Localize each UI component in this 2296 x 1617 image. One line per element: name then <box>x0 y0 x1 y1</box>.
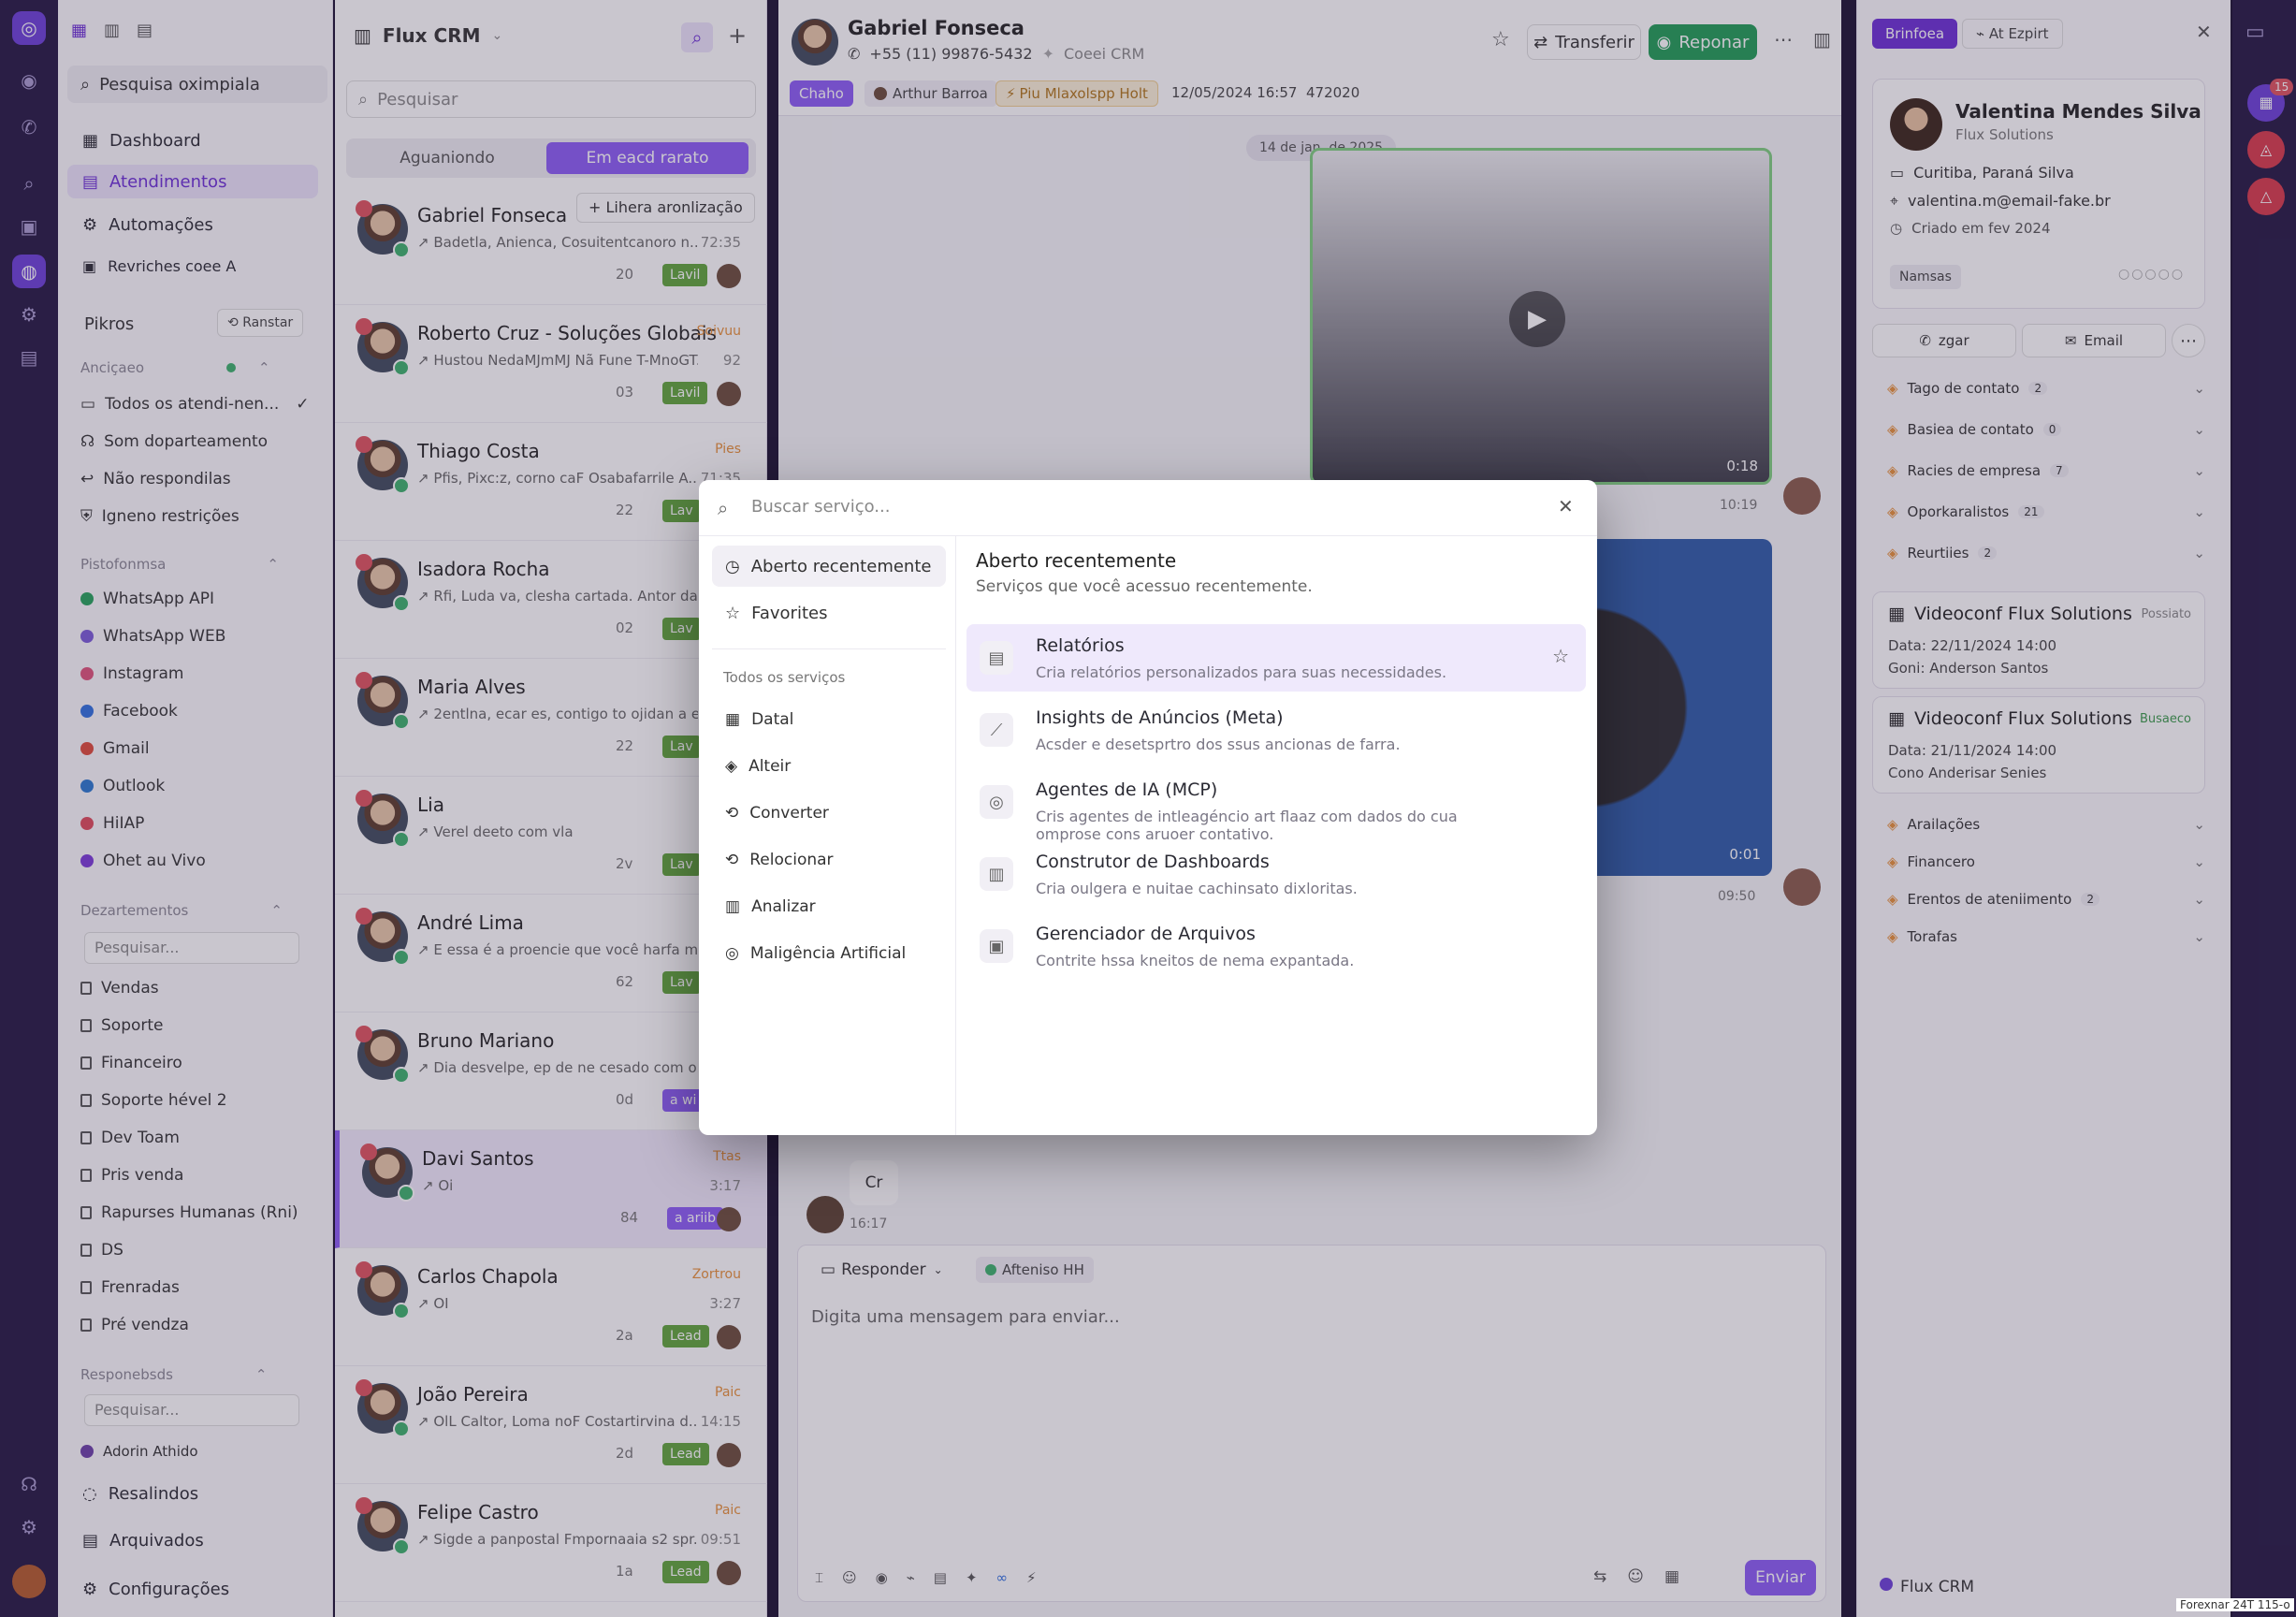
search-icon: ⌕ <box>718 497 729 519</box>
footer-note: Forexnar 24T 115-o <box>2176 1598 2294 1611</box>
recent-heading: Aberto recentemente <box>976 549 1177 572</box>
service-title: Agentes de IA (MCP) <box>1036 779 1218 800</box>
service-title: Gerenciador de Arquivos <box>1036 924 1256 944</box>
side-recent[interactable]: ◷ Aberto recentemente <box>712 546 946 587</box>
service-item[interactable]: ◎ Agentes de IA (MCP) Cris agentes de intl… <box>966 768 1586 843</box>
recent-subheading: Serviços que você acessuo recentemente. <box>976 577 1313 596</box>
category-icon: ⟲ <box>725 804 739 823</box>
service-description: Contrite hssa kneitos de nema expantada. <box>1036 952 1355 969</box>
all-services-title: Todos os serviços <box>723 669 846 686</box>
divider <box>955 536 956 1135</box>
service-item[interactable]: ⟋ Insights de Anúncios (Meta) Acsder e des… <box>966 696 1586 764</box>
service-title: Insights de Anúncios (Meta) <box>1036 707 1284 728</box>
star-icon: ☆ <box>725 603 741 623</box>
service-icon: ▥ <box>980 857 1013 891</box>
service-search-input[interactable]: Buscar serviço... <box>751 497 890 517</box>
category-icon: ◎ <box>725 944 739 963</box>
service-icon: ◎ <box>980 785 1013 819</box>
service-category[interactable]: ◈ Alteir <box>712 746 946 787</box>
service-item[interactable]: ▣ Gerenciador de Arquivos Contrite hssa kn… <box>966 912 1586 980</box>
category-icon: ⟲ <box>725 851 739 869</box>
service-category[interactable]: ▦ Datal <box>712 699 946 740</box>
service-description: Acsder e desetsprtro dos ssus ancionas d… <box>1036 736 1401 753</box>
clock-icon: ◷ <box>725 556 740 576</box>
category-icon: ▦ <box>725 710 741 729</box>
favorite-star-icon[interactable]: ☆ <box>1552 645 1569 667</box>
service-item[interactable]: ▥ Construtor de Dashboards Cria oulgera e … <box>966 840 1586 908</box>
service-description: Cris agentes de intleagéncio art flaaz c… <box>1036 808 1458 843</box>
service-item[interactable]: ▤ Relatórios Cria relatórios personalizado… <box>966 624 1586 692</box>
category-icon: ◈ <box>725 757 738 776</box>
service-title: Construtor de Dashboards <box>1036 852 1270 872</box>
service-icon: ▣ <box>980 929 1013 963</box>
divider <box>712 648 946 649</box>
service-picker-modal: ⌕ Buscar serviço... ✕ ◷ Aberto recentemen… <box>699 480 1597 1135</box>
service-description: Cria relatórios personalizados para suas… <box>1036 663 1447 681</box>
service-category[interactable]: ⟲ Relocionar <box>712 839 946 881</box>
service-icon: ⟋ <box>980 713 1013 747</box>
close-icon[interactable]: ✕ <box>1558 495 1574 517</box>
service-description: Cria oulgera e nuitae cachinsato dixlori… <box>1036 880 1358 897</box>
category-icon: ▥ <box>725 897 741 916</box>
service-icon: ▤ <box>980 641 1013 675</box>
service-category[interactable]: ◎ Maligência Artificial <box>712 933 946 974</box>
side-favorites[interactable]: ☆ Favorites <box>712 592 946 634</box>
service-category[interactable]: ▥ Analizar <box>712 886 946 927</box>
service-category[interactable]: ⟲ Converter <box>712 793 946 834</box>
service-title: Relatórios <box>1036 635 1125 656</box>
